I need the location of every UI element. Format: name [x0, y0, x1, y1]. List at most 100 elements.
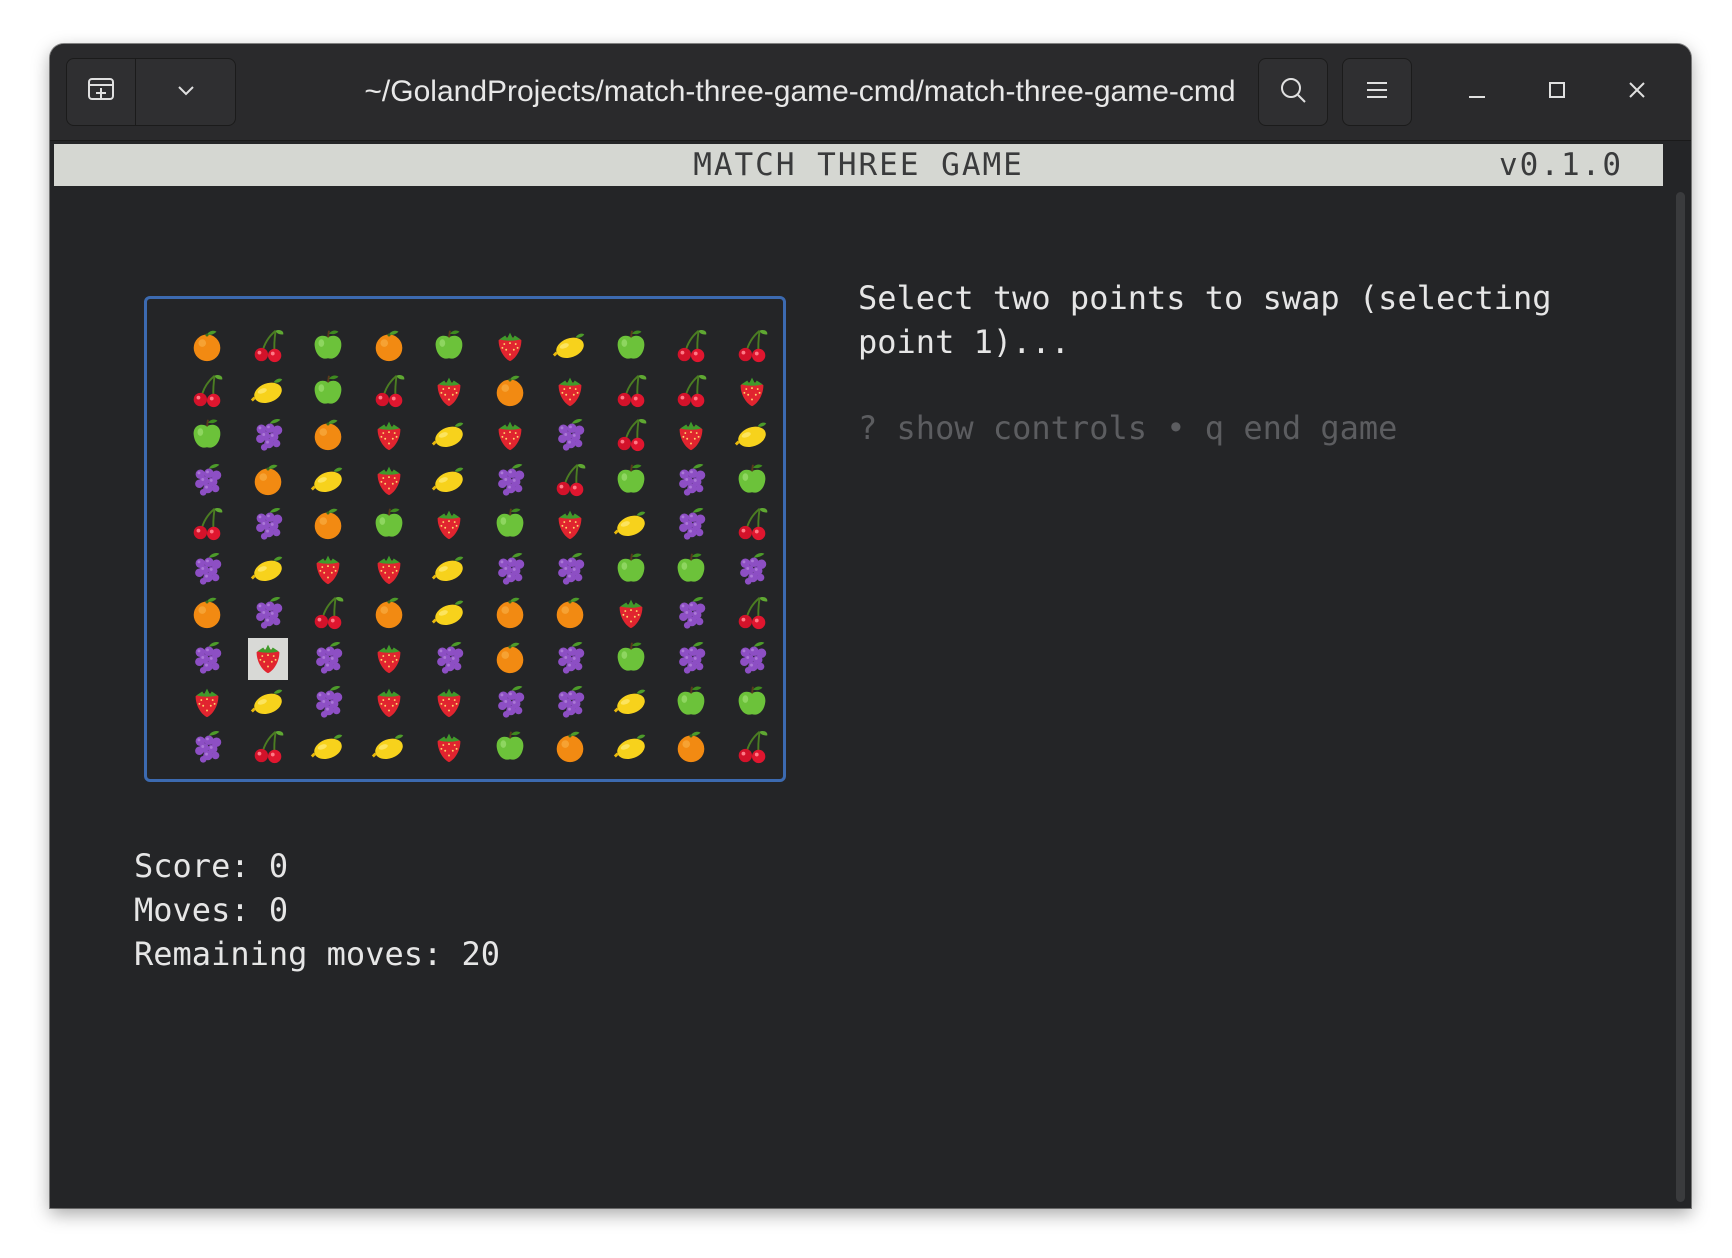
- board-cell[interactable]: [177, 370, 238, 415]
- board-cell[interactable]: [601, 681, 662, 726]
- board-cell[interactable]: [298, 592, 359, 637]
- board-cell[interactable]: [298, 370, 359, 415]
- board-cell[interactable]: [238, 370, 299, 415]
- board-cell[interactable]: [601, 459, 662, 504]
- board-cell[interactable]: [238, 414, 299, 459]
- board-cell[interactable]: [359, 459, 420, 504]
- board-cell[interactable]: [661, 637, 722, 682]
- new-tab-button[interactable]: [67, 59, 136, 125]
- maximize-button[interactable]: [1537, 72, 1577, 112]
- board-cell[interactable]: [540, 459, 601, 504]
- board-cell[interactable]: [238, 726, 299, 771]
- board-cell[interactable]: [238, 503, 299, 548]
- board-cell[interactable]: [722, 370, 783, 415]
- board-cell[interactable]: [661, 548, 722, 593]
- board-cell[interactable]: [661, 726, 722, 771]
- board-cell[interactable]: [722, 459, 783, 504]
- close-button[interactable]: [1617, 72, 1657, 112]
- board-cell[interactable]: [480, 503, 541, 548]
- search-button[interactable]: [1258, 58, 1328, 126]
- board-cell[interactable]: [601, 637, 662, 682]
- board-cell[interactable]: [298, 414, 359, 459]
- board-cell[interactable]: [359, 325, 420, 370]
- tab-dropdown-button[interactable]: [136, 59, 235, 125]
- board-cell[interactable]: [298, 459, 359, 504]
- board-cell[interactable]: [177, 681, 238, 726]
- board-cell[interactable]: [419, 325, 480, 370]
- board-cell[interactable]: [177, 414, 238, 459]
- board-cell[interactable]: [661, 503, 722, 548]
- board-cell[interactable]: [601, 370, 662, 415]
- board-cell[interactable]: [540, 414, 601, 459]
- board-cell[interactable]: [661, 459, 722, 504]
- board-cell[interactable]: [298, 503, 359, 548]
- board-cell[interactable]: [419, 637, 480, 682]
- board-cell[interactable]: [480, 726, 541, 771]
- board-cell[interactable]: [480, 325, 541, 370]
- board-cell[interactable]: [661, 414, 722, 459]
- board-cell[interactable]: [298, 681, 359, 726]
- board-cell[interactable]: [540, 548, 601, 593]
- scrollbar[interactable]: [1676, 192, 1685, 1202]
- board-cell[interactable]: [722, 637, 783, 682]
- board-cell[interactable]: [661, 681, 722, 726]
- board-cell[interactable]: [540, 370, 601, 415]
- board-cell[interactable]: [419, 548, 480, 593]
- board-cell[interactable]: [480, 592, 541, 637]
- minimize-button[interactable]: [1457, 72, 1497, 112]
- board-cell[interactable]: [177, 548, 238, 593]
- board-cell[interactable]: [480, 681, 541, 726]
- board-cell[interactable]: [419, 459, 480, 504]
- board-cell[interactable]: [601, 726, 662, 771]
- board-cell[interactable]: [419, 681, 480, 726]
- board-cell[interactable]: [480, 459, 541, 504]
- board-cell[interactable]: [540, 592, 601, 637]
- board-cell[interactable]: [419, 414, 480, 459]
- board-cell[interactable]: [722, 726, 783, 771]
- board-cell[interactable]: [722, 325, 783, 370]
- board-cell[interactable]: [238, 325, 299, 370]
- board-cell[interactable]: [722, 503, 783, 548]
- board-cell[interactable]: [298, 637, 359, 682]
- board-cell[interactable]: [722, 592, 783, 637]
- board-cell[interactable]: [601, 503, 662, 548]
- board-cell[interactable]: [540, 726, 601, 771]
- board-cell[interactable]: [601, 592, 662, 637]
- board-cell[interactable]: [359, 548, 420, 593]
- board-cell[interactable]: [238, 548, 299, 593]
- board-cell[interactable]: [540, 503, 601, 548]
- board-cell[interactable]: [359, 414, 420, 459]
- board-cell[interactable]: [359, 503, 420, 548]
- board-cell[interactable]: [238, 637, 299, 682]
- board-cell[interactable]: [298, 325, 359, 370]
- board-cell[interactable]: [238, 681, 299, 726]
- board-cell[interactable]: [359, 637, 420, 682]
- board-cell[interactable]: [359, 726, 420, 771]
- board-cell[interactable]: [298, 548, 359, 593]
- board-cell[interactable]: [601, 414, 662, 459]
- board-cell[interactable]: [419, 503, 480, 548]
- board-cell[interactable]: [177, 459, 238, 504]
- board-cell[interactable]: [540, 681, 601, 726]
- board-cell[interactable]: [238, 459, 299, 504]
- board-cell[interactable]: [722, 548, 783, 593]
- board-cell[interactable]: [480, 370, 541, 415]
- board-cell[interactable]: [177, 503, 238, 548]
- board-cell[interactable]: [601, 325, 662, 370]
- board-cell[interactable]: [722, 414, 783, 459]
- board-cell[interactable]: [722, 681, 783, 726]
- board-cell[interactable]: [177, 592, 238, 637]
- board-cell[interactable]: [661, 325, 722, 370]
- board-cell[interactable]: [177, 726, 238, 771]
- board-cell[interactable]: [480, 414, 541, 459]
- board-cell[interactable]: [480, 637, 541, 682]
- board-cell[interactable]: [540, 325, 601, 370]
- board-cell[interactable]: [298, 726, 359, 771]
- board-cell[interactable]: [238, 592, 299, 637]
- board-cell[interactable]: [359, 370, 420, 415]
- board-cell[interactable]: [601, 548, 662, 593]
- board-cell[interactable]: [177, 325, 238, 370]
- board-cell[interactable]: [661, 370, 722, 415]
- board-cell[interactable]: [359, 681, 420, 726]
- menu-button[interactable]: [1342, 58, 1412, 126]
